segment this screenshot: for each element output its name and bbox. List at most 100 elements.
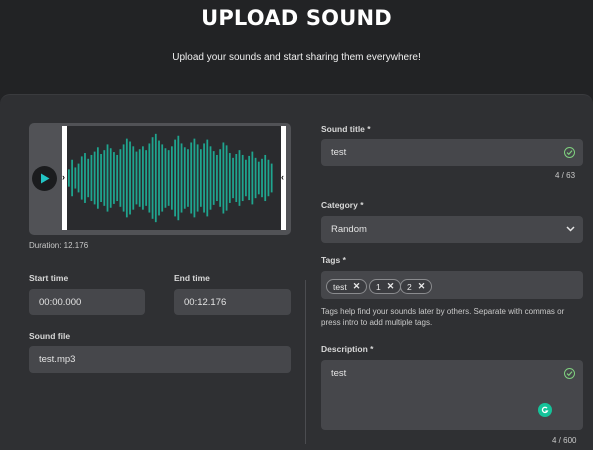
waveform-bar xyxy=(270,163,273,193)
sound-title-input[interactable]: test xyxy=(321,139,583,166)
waveform-bar xyxy=(138,149,141,207)
waveform-bar xyxy=(203,143,205,213)
tag-chip[interactable]: test ✕ xyxy=(326,279,368,294)
waveform-bar xyxy=(228,153,231,203)
waveform-bar xyxy=(180,143,183,213)
end-time-label: End time xyxy=(174,273,210,283)
tag-label: 1 xyxy=(376,281,381,292)
play-button[interactable] xyxy=(32,166,57,191)
waveform-bar xyxy=(148,143,151,213)
close-icon[interactable]: ✕ xyxy=(353,281,361,292)
check-circle-icon xyxy=(564,147,575,158)
waveform-bar xyxy=(80,156,83,200)
waveform-bar xyxy=(77,163,80,193)
waveform-bar xyxy=(84,153,86,203)
waveform-bar xyxy=(113,152,115,204)
sound-title-counter: 4 / 63 xyxy=(555,171,576,180)
waveform-bar xyxy=(251,151,254,205)
tag-label: 2 xyxy=(407,281,412,292)
waveform-bar xyxy=(187,149,189,207)
close-icon[interactable]: ✕ xyxy=(387,281,395,292)
waveform-bar xyxy=(190,142,193,214)
chevron-right-icon: › xyxy=(62,172,65,182)
waveform-bar xyxy=(225,145,228,211)
tags-help-text: Tags help find your sounds later by othe… xyxy=(321,307,565,327)
tag-chip[interactable]: 2 ✕ xyxy=(400,279,433,294)
waveform-bar xyxy=(235,154,238,202)
duration-text: Duration: 12.176 xyxy=(29,241,89,250)
start-time-input[interactable]: 00:00.000 xyxy=(29,289,145,315)
waveform-bar xyxy=(164,148,167,208)
waveform-bar xyxy=(209,146,212,210)
sound-title-label: Sound title * xyxy=(321,124,371,134)
grammarly-icon[interactable] xyxy=(538,403,552,417)
waveform-bar xyxy=(219,149,222,207)
waveform-bar xyxy=(177,135,180,221)
tags-label: Tags * xyxy=(321,255,346,265)
waveform-bar xyxy=(196,144,199,212)
waveform-bar xyxy=(151,137,154,219)
waveform-bars xyxy=(68,133,273,223)
close-icon[interactable]: ✕ xyxy=(418,281,426,292)
waveform-bar xyxy=(167,150,170,206)
waveform-bar xyxy=(183,147,186,209)
waveform-bar xyxy=(119,149,122,207)
waveform-bar xyxy=(87,158,90,198)
waveform-bar xyxy=(267,159,270,197)
waveform-bar xyxy=(109,148,112,208)
waveform-bar xyxy=(103,150,106,206)
waveform-bar xyxy=(100,154,102,202)
waveform-bar xyxy=(154,133,157,223)
waveform-bar xyxy=(216,154,218,202)
category-selected-value: Random xyxy=(331,224,367,235)
waveform-bar xyxy=(222,142,225,214)
sound-file-input[interactable]: test.mp3 xyxy=(29,346,291,373)
waveform-bar xyxy=(232,157,234,199)
waveform-bar xyxy=(206,139,209,217)
end-time-input[interactable]: 00:12.176 xyxy=(174,289,291,315)
play-icon xyxy=(40,173,49,184)
waveform-bar xyxy=(74,167,77,189)
waveform-bar xyxy=(248,155,251,201)
waveform-bar xyxy=(241,154,244,202)
waveform-bar xyxy=(145,150,148,206)
page-subtitle: Upload your sounds and start sharing the… xyxy=(172,52,421,63)
waveform-bar xyxy=(161,144,164,212)
category-select[interactable]: Random xyxy=(321,216,583,243)
waveform-bar xyxy=(171,146,173,210)
waveform-bar xyxy=(212,151,215,205)
waveform-bar xyxy=(90,154,93,202)
description-textarea[interactable]: test xyxy=(321,360,583,430)
waveform-bar xyxy=(68,169,70,187)
column-divider xyxy=(305,280,306,444)
page-title: UPLOAD SOUND xyxy=(201,6,392,30)
waveform-bar xyxy=(71,159,73,197)
chevron-left-icon: ‹ xyxy=(281,172,284,182)
category-label: Category * xyxy=(321,200,364,210)
waveform-bar xyxy=(254,157,257,199)
waveform-bar xyxy=(199,149,202,207)
chevron-down-icon xyxy=(566,226,575,232)
tag-label: test xyxy=(333,281,347,292)
check-circle-icon xyxy=(564,368,575,379)
waveform-bar xyxy=(142,146,144,210)
waveform-bar xyxy=(93,151,96,205)
start-time-label: Start time xyxy=(29,273,69,283)
sound-file-label: Sound file xyxy=(29,331,71,341)
waveform-bar xyxy=(238,150,241,206)
waveform-bar xyxy=(129,141,131,215)
waveform-bar xyxy=(132,146,135,210)
waveform-bar xyxy=(174,139,176,217)
waveform-bar xyxy=(96,147,99,209)
waveform-bar xyxy=(257,161,260,195)
waveform-bar xyxy=(158,140,160,216)
tag-chip[interactable]: 1 ✕ xyxy=(369,279,402,294)
waveform-bar xyxy=(106,144,109,212)
waveform-bar xyxy=(122,144,125,212)
waveform-bar xyxy=(125,138,128,218)
waveform-bar xyxy=(264,154,267,202)
description-counter: 4 / 600 xyxy=(552,436,577,445)
waveform-bar xyxy=(116,154,119,202)
waveform-bar xyxy=(135,151,138,205)
description-text: test xyxy=(331,368,347,379)
